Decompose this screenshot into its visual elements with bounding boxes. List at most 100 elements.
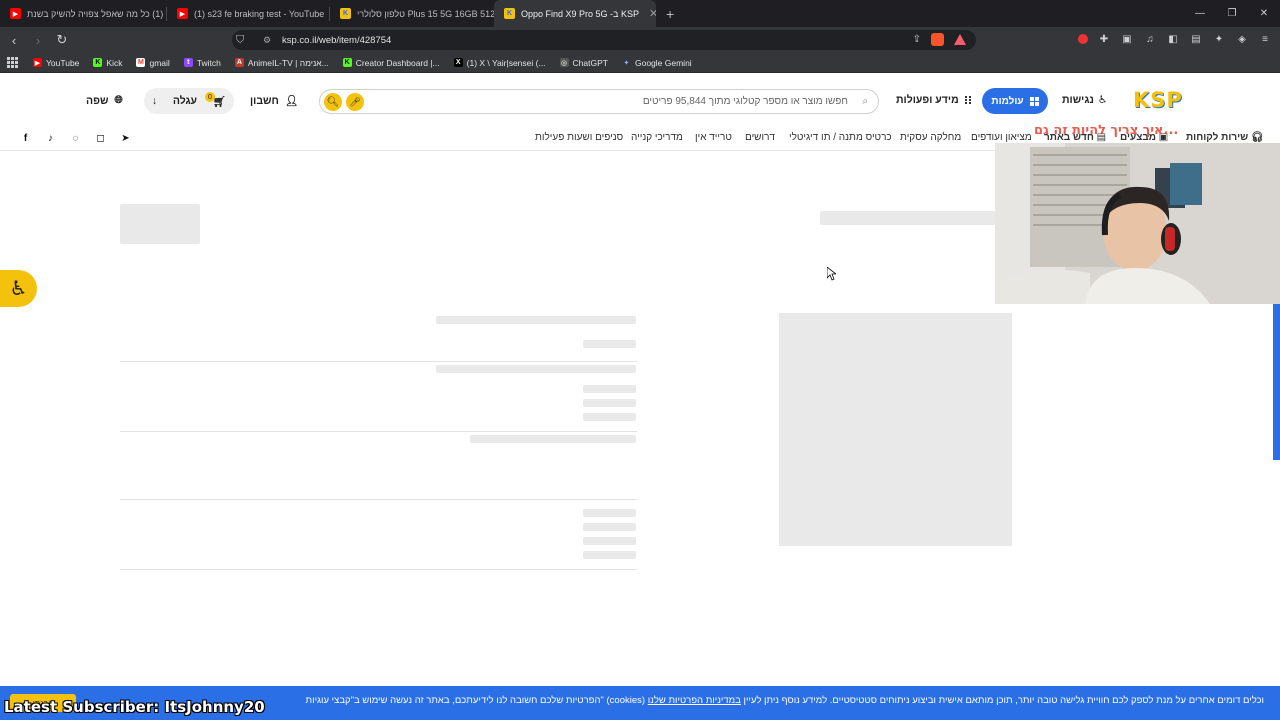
- bookmark-item[interactable]: t Twitch: [183, 58, 221, 68]
- youtube-icon: ▶: [10, 8, 21, 19]
- facebook-icon[interactable]: f: [19, 132, 32, 145]
- page-scrollbar[interactable]: [1273, 304, 1280, 460]
- youtube-icon: ▶: [177, 8, 188, 19]
- latest-subscriber-overlay: Latest Subscriber: ItsJohnny20: [4, 698, 265, 716]
- close-tab-icon[interactable]: ✕: [649, 7, 656, 20]
- search-icon: ⌕: [862, 96, 868, 107]
- kick-icon: K: [93, 58, 103, 67]
- skeleton-line: [436, 316, 636, 324]
- bookmark-item[interactable]: K Creator Dashboard |...: [342, 57, 440, 68]
- nav-trade-in[interactable]: טרייד אין: [695, 132, 732, 143]
- account-label: חשבון: [250, 94, 279, 107]
- bookmark-label: Creator Dashboard |...: [355, 57, 440, 68]
- new-tab-button[interactable]: +: [656, 0, 684, 27]
- skeleton-line: [583, 413, 636, 421]
- site-info-icon[interactable]: ⚙: [263, 35, 271, 46]
- divider: [120, 499, 637, 500]
- search-input[interactable]: חפשו מוצר או מספר קטלוגי מתוך 95,844 פרי…: [319, 89, 879, 114]
- bookmark-item[interactable]: Mgmail: [136, 58, 170, 68]
- browser-tab[interactable]: ▶ (1) s23 fe braking test - YouTube: [167, 0, 329, 27]
- leo-ai-icon[interactable]: ✦: [1212, 32, 1226, 46]
- info-label: מידע ופעולות: [896, 94, 959, 106]
- nav-jobs[interactable]: דרושים: [745, 132, 775, 143]
- wallet-icon[interactable]: ▤: [1189, 32, 1203, 46]
- skeleton-line: [583, 551, 636, 559]
- skeleton-title: [820, 211, 1000, 225]
- bookmark-label: Google Gemini: [634, 57, 692, 68]
- skeleton-line: [436, 365, 636, 373]
- bookmark-item[interactable]: ✦ Google Gemini: [622, 58, 692, 68]
- back-icon[interactable]: ‹: [4, 30, 24, 50]
- tab-title: (1) s23 fe braking test - YouTube: [194, 8, 325, 19]
- bookmark-item[interactable]: ◎ ChatGPT: [559, 58, 608, 68]
- browser-tab-active[interactable]: K Oppo Find X9 Pro 5G -ב KSP ✕: [494, 0, 656, 27]
- language-selector[interactable]: שפה 🌐︎: [86, 94, 123, 107]
- nav-buying-guides[interactable]: מדריכי קנייה: [631, 132, 683, 143]
- forward-icon[interactable]: ›: [28, 30, 48, 50]
- screenshot-icon[interactable]: ▣: [1120, 32, 1134, 46]
- nav-gift-card[interactable]: כרטיס מתנה / תו דיגיטלי: [789, 132, 892, 143]
- instagram-icon[interactable]: ◻: [94, 132, 107, 145]
- globe-icon: 🌐︎: [114, 94, 123, 106]
- accessibility-link[interactable]: נגישות ♿: [1062, 94, 1107, 106]
- telegram-icon[interactable]: ➤: [119, 132, 132, 145]
- bookmark-icon[interactable]: ⛉: [236, 34, 244, 47]
- record-icon[interactable]: [1078, 34, 1088, 44]
- skeleton-line: [583, 399, 636, 407]
- brave-rewards-icon[interactable]: [954, 34, 966, 45]
- chevron-down-icon: ↓: [151, 95, 158, 107]
- ksp-logo[interactable]: KSP: [1133, 88, 1201, 114]
- info-actions-link[interactable]: מידע ופעולות: [896, 94, 972, 106]
- sidebar-icon[interactable]: ◧: [1166, 32, 1180, 46]
- nav-branches[interactable]: סניפים ושעות פעילות: [535, 132, 623, 143]
- bookmark-item[interactable]: K Kick: [93, 58, 122, 68]
- media-icon[interactable]: ♫: [1143, 32, 1157, 46]
- skeleton-line: [583, 340, 636, 348]
- tab-title: (1) כל מה שאפל צפויה להשיק בשנת: [27, 8, 164, 19]
- accessibility-float-icon[interactable]: ♿︎: [0, 270, 37, 307]
- skeleton-price: [120, 204, 200, 244]
- extensions-icon[interactable]: ✚: [1097, 32, 1111, 46]
- reload-icon[interactable]: ↻: [52, 30, 72, 50]
- window-controls: — ❐ ✕: [1184, 0, 1280, 27]
- cart-button[interactable]: ↓ עגלה 🛒︎: [144, 88, 234, 114]
- bookmark-item[interactable]: X (1) X \ Yair|sensei (...: [453, 58, 546, 68]
- stream-title-overlay: איך צריך להיות זה גם...: [1034, 123, 1179, 138]
- browser-tab[interactable]: ▶ (1) כל מה שאפל צפויה להשיק בשנת: [0, 0, 166, 27]
- share-icon[interactable]: ⇪: [913, 34, 921, 45]
- nav-outlet[interactable]: מציאון ועודפים: [971, 132, 1032, 143]
- nav-customer-service[interactable]: שירות לקוחות 🎧︎: [1186, 132, 1264, 143]
- minimize-icon[interactable]: —: [1184, 0, 1216, 27]
- accessibility-label: נגישות: [1062, 94, 1094, 106]
- grid-icon: [1029, 96, 1039, 106]
- whatsapp-icon[interactable]: ◌: [69, 132, 82, 145]
- brave-shields-icon[interactable]: [931, 33, 944, 46]
- address-bar[interactable]: ⛉ ⚙ ksp.co.il/web/item/428754 ⇪: [232, 30, 976, 50]
- voice-search-icon[interactable]: 🎤︎: [346, 93, 364, 111]
- youtube-icon: ▶: [33, 58, 42, 67]
- privacy-policy-link[interactable]: במדיניות הפרטיות שלנו: [648, 695, 741, 706]
- browser-toolbar: ‹ › ↻ ⛉ ⚙ ksp.co.il/web/item/428754 ⇪ ✚ …: [0, 27, 1280, 53]
- close-window-icon[interactable]: ✕: [1248, 0, 1280, 27]
- account-link[interactable]: חשבון 👤︎: [250, 94, 298, 108]
- skeleton-line: [583, 509, 636, 517]
- search-button-icon[interactable]: 🔍︎: [324, 93, 342, 111]
- twitch-icon: t: [183, 58, 193, 67]
- gmail-icon: M: [136, 58, 146, 67]
- apps-grid-icon[interactable]: [7, 56, 19, 69]
- skeleton-product-image: [779, 313, 1012, 546]
- nav-business[interactable]: מחלקה עסקית: [900, 132, 961, 143]
- categories-button[interactable]: עולמות: [982, 88, 1048, 114]
- address-bar-actions: ⇪: [913, 33, 966, 46]
- vpn-icon[interactable]: ◈: [1235, 32, 1249, 46]
- wheelchair-icon: ♿: [1097, 94, 1108, 106]
- ksp-icon: K: [504, 8, 515, 19]
- language-label: שפה: [86, 94, 109, 107]
- bookmark-item[interactable]: ▶ YouTube: [33, 58, 79, 68]
- menu-icon[interactable]: ≡: [1258, 32, 1272, 46]
- ksp-icon: K: [340, 8, 351, 19]
- restore-icon[interactable]: ❐: [1216, 0, 1248, 27]
- tiktok-icon[interactable]: ♪: [44, 132, 57, 145]
- browser-tab[interactable]: K טלפון סלולרי Plus 15 5G 16GB 512GB: [330, 0, 494, 27]
- bookmark-item[interactable]: A AnimeIL-TV | אנימה...: [234, 58, 329, 68]
